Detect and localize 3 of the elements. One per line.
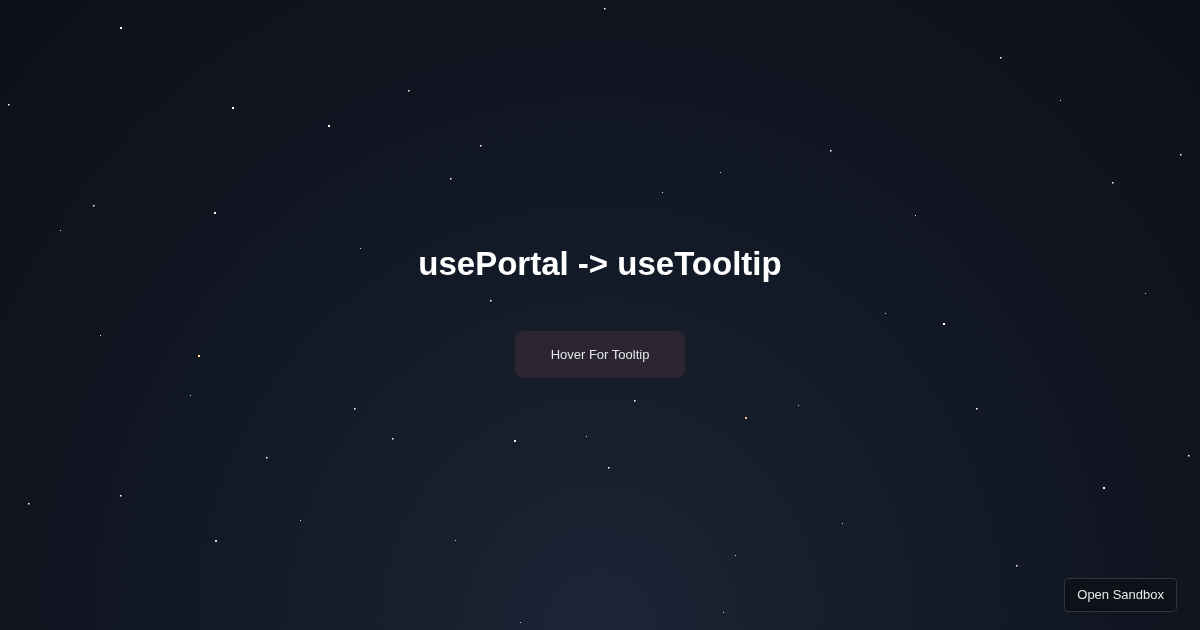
open-sandbox-button[interactable]: Open Sandbox [1064,578,1177,612]
hover-button[interactable]: Hover For Tooltip [515,331,685,378]
page-heading: usePortal -> useTooltip [418,244,782,284]
